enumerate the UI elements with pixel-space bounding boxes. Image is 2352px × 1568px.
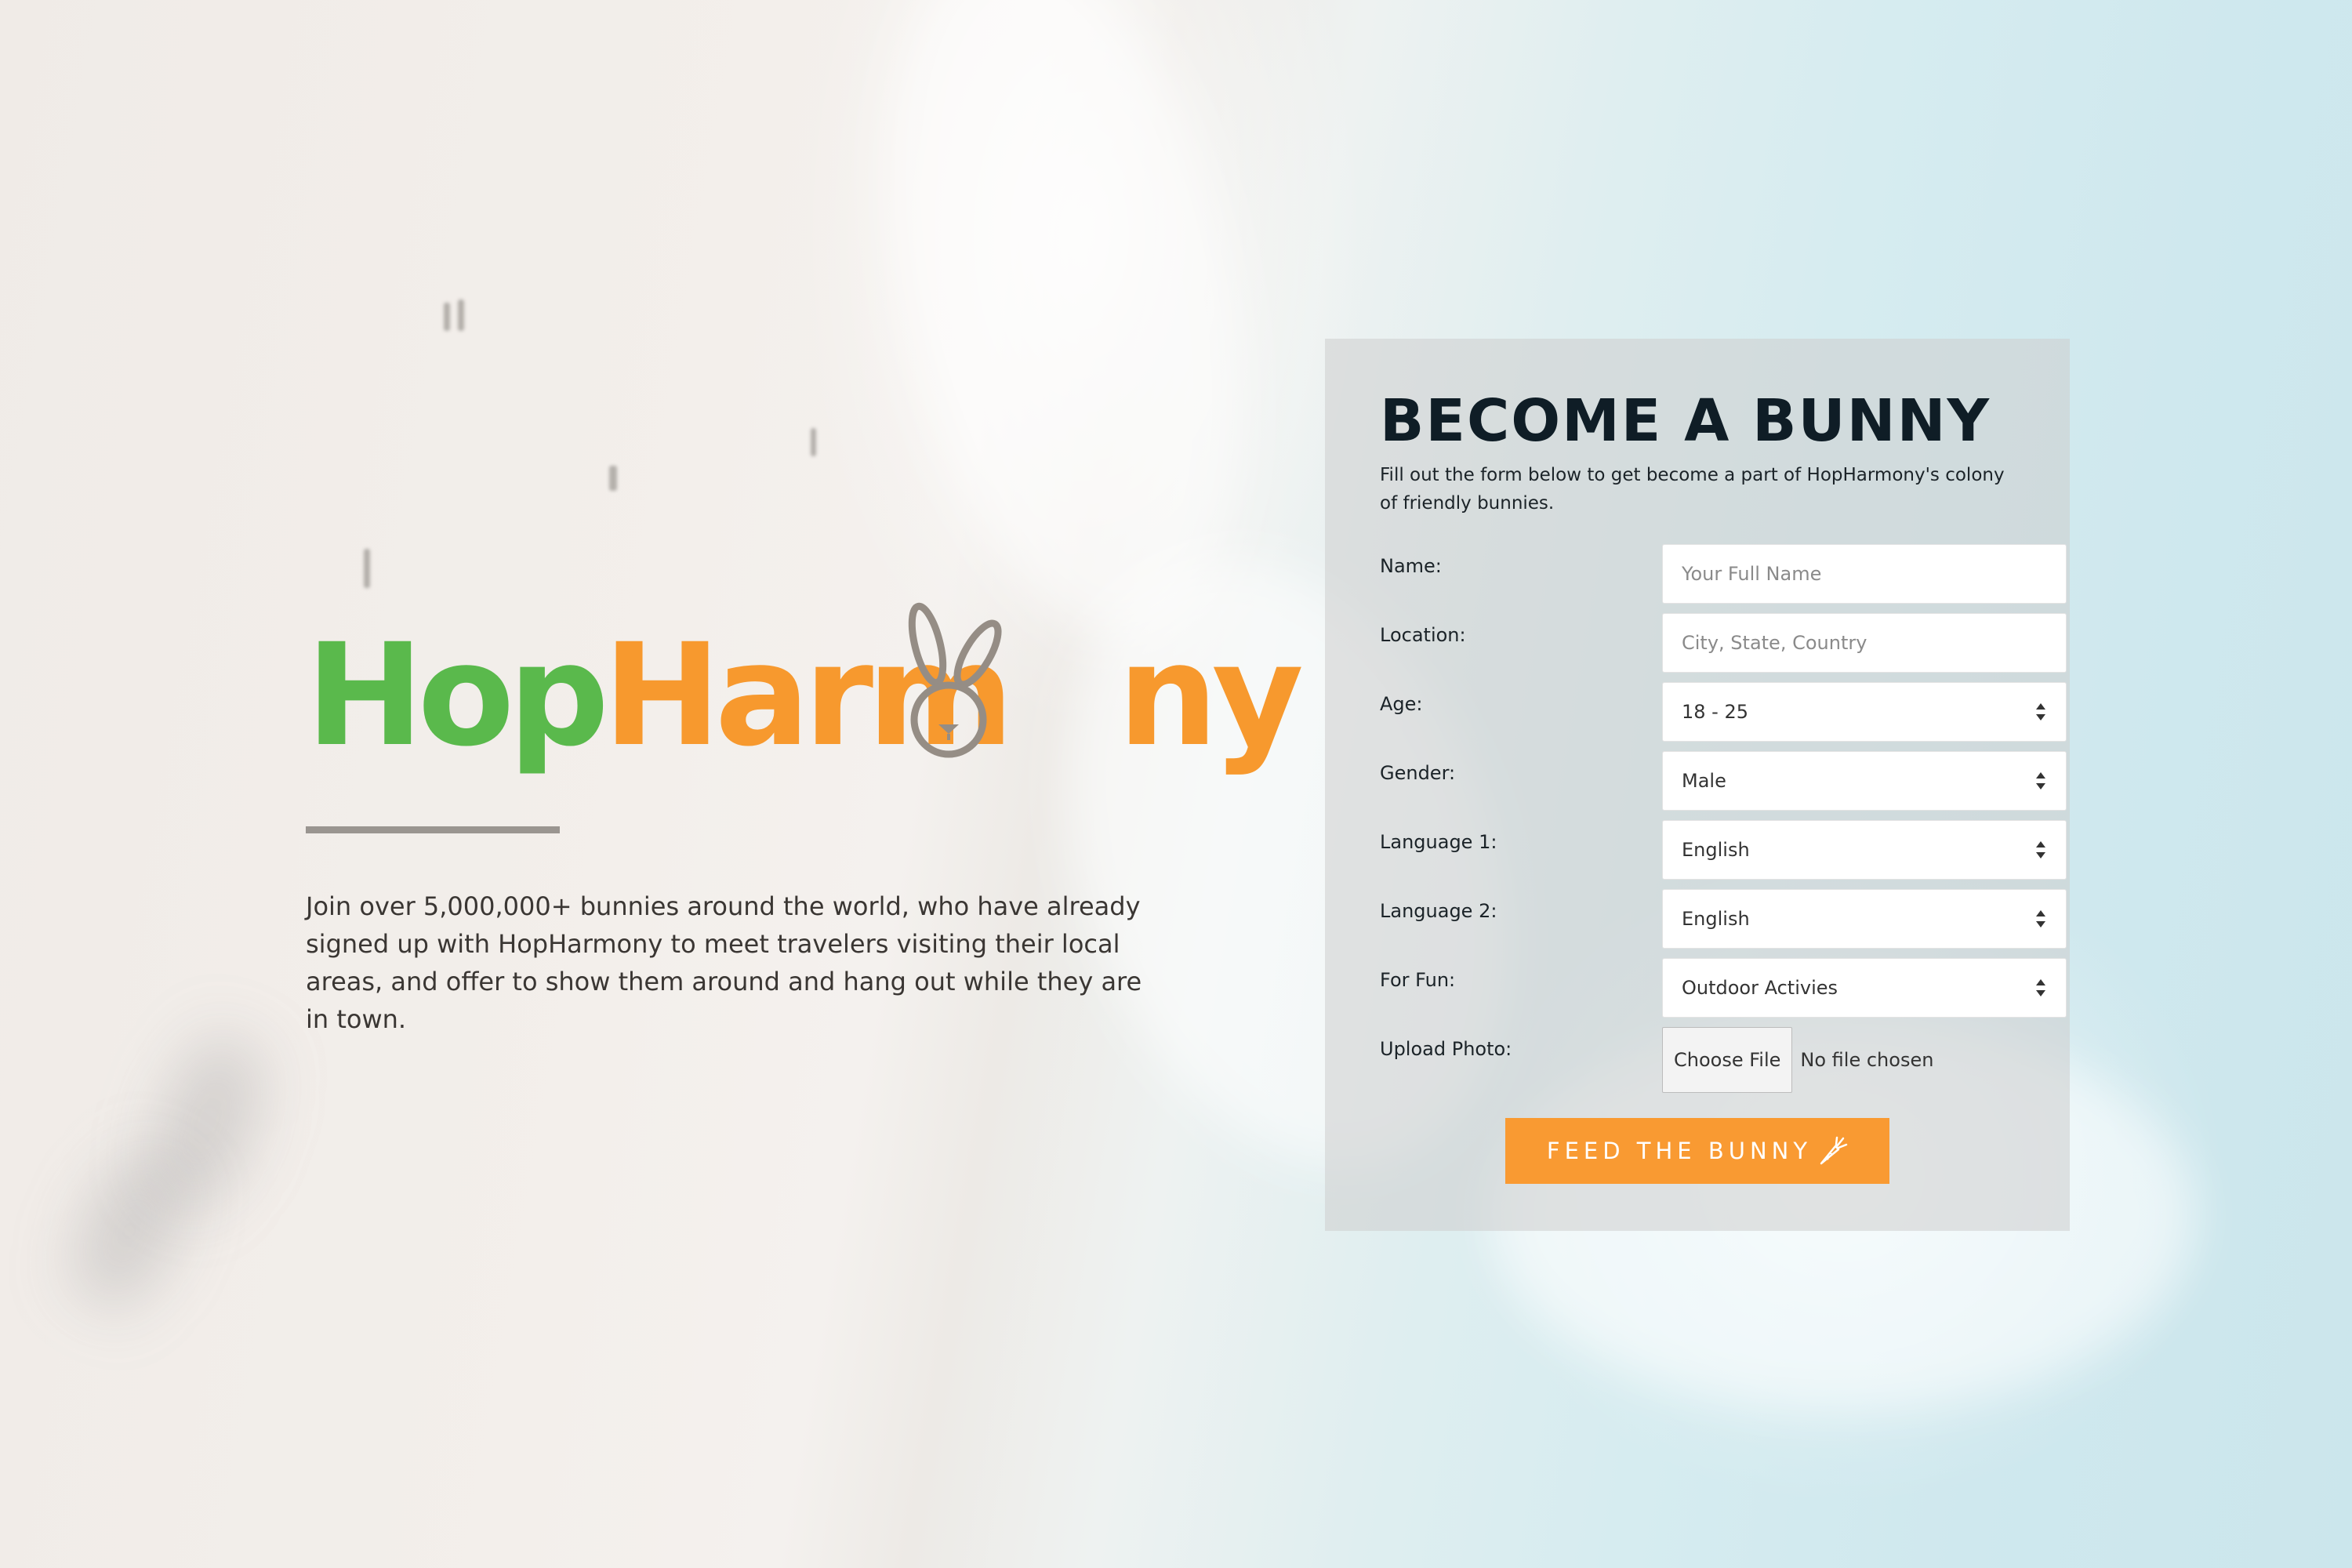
language2-label: Language 2: — [1380, 900, 1497, 922]
beach-person — [364, 549, 370, 588]
location-label: Location: — [1380, 624, 1466, 646]
beach-person — [609, 466, 617, 491]
for-fun-row: For Fun: Outdoor Activies — [1380, 958, 2067, 1019]
logo-wordmark: HopHarm ny — [306, 626, 1304, 767]
gender-label: Gender: — [1380, 762, 1456, 784]
name-input[interactable] — [1662, 544, 2067, 604]
form-title: BECOME A BUNNY — [1380, 387, 1991, 455]
choose-file-button[interactable]: Choose File — [1662, 1027, 1793, 1093]
language1-select[interactable]: English — [1662, 820, 2067, 880]
name-label: Name: — [1380, 555, 1442, 577]
upload-label: Upload Photo: — [1380, 1038, 1512, 1060]
language2-row: Language 2: English — [1380, 889, 2067, 950]
intro-text: Join over 5,000,000+ bunnies around the … — [306, 891, 1142, 1034]
beach-person — [444, 303, 450, 331]
location-row: Location: — [1380, 613, 2067, 674]
page-background: HopHarm ny Join over 5,000,000+ bunnies a… — [0, 0, 2352, 1568]
age-label: Age: — [1380, 693, 1423, 715]
form-subtitle: Fill out the form below to get become a … — [1380, 465, 2005, 514]
bunny-head-icon — [908, 602, 1002, 758]
name-row: Name: — [1380, 544, 2067, 605]
carrot-icon — [1820, 1136, 1848, 1165]
select-arrows-icon — [2036, 772, 2045, 789]
logo-text-hop: Hop — [306, 614, 609, 778]
submit-label: FEED THE BUNNY — [1546, 1138, 1813, 1164]
feed-the-bunny-button[interactable]: FEED THE BUNNY — [1505, 1118, 1889, 1184]
age-value: 18 - 25 — [1682, 701, 1748, 723]
gender-select[interactable]: Male — [1662, 751, 2067, 811]
for-fun-label: For Fun: — [1380, 969, 1456, 991]
select-arrows-icon — [2036, 979, 2045, 996]
language1-row: Language 1: English — [1380, 820, 2067, 881]
file-status: No file chosen — [1800, 1049, 1934, 1071]
logo-text-ny: ny — [1117, 614, 1305, 778]
select-arrows-icon — [2036, 703, 2045, 720]
language1-label: Language 1: — [1380, 831, 1497, 853]
signup-form-panel: BECOME A BUNNY Fill out the form below t… — [1325, 339, 2070, 1231]
beach-person — [811, 428, 816, 456]
gender-row: Gender: Male — [1380, 751, 2067, 812]
select-arrows-icon — [2036, 841, 2045, 858]
hopharmony-logo: HopHarm ny — [306, 596, 1304, 800]
age-select[interactable]: 18 - 25 — [1662, 682, 2067, 742]
language1-value: English — [1682, 839, 1750, 861]
logo-divider — [306, 826, 560, 833]
upload-row: Upload Photo: Choose File No file chosen — [1380, 1027, 2015, 1094]
location-input[interactable] — [1662, 613, 2067, 673]
age-row: Age: 18 - 25 — [1380, 682, 2067, 743]
select-arrows-icon — [2036, 910, 2045, 927]
language2-select[interactable]: English — [1662, 889, 2067, 949]
for-fun-value: Outdoor Activies — [1682, 977, 1838, 999]
language2-value: English — [1682, 908, 1750, 930]
gender-value: Male — [1682, 770, 1726, 792]
for-fun-select[interactable]: Outdoor Activies — [1662, 958, 2067, 1018]
beach-person — [458, 299, 464, 331]
file-upload: Choose File No file chosen — [1662, 1027, 1933, 1093]
